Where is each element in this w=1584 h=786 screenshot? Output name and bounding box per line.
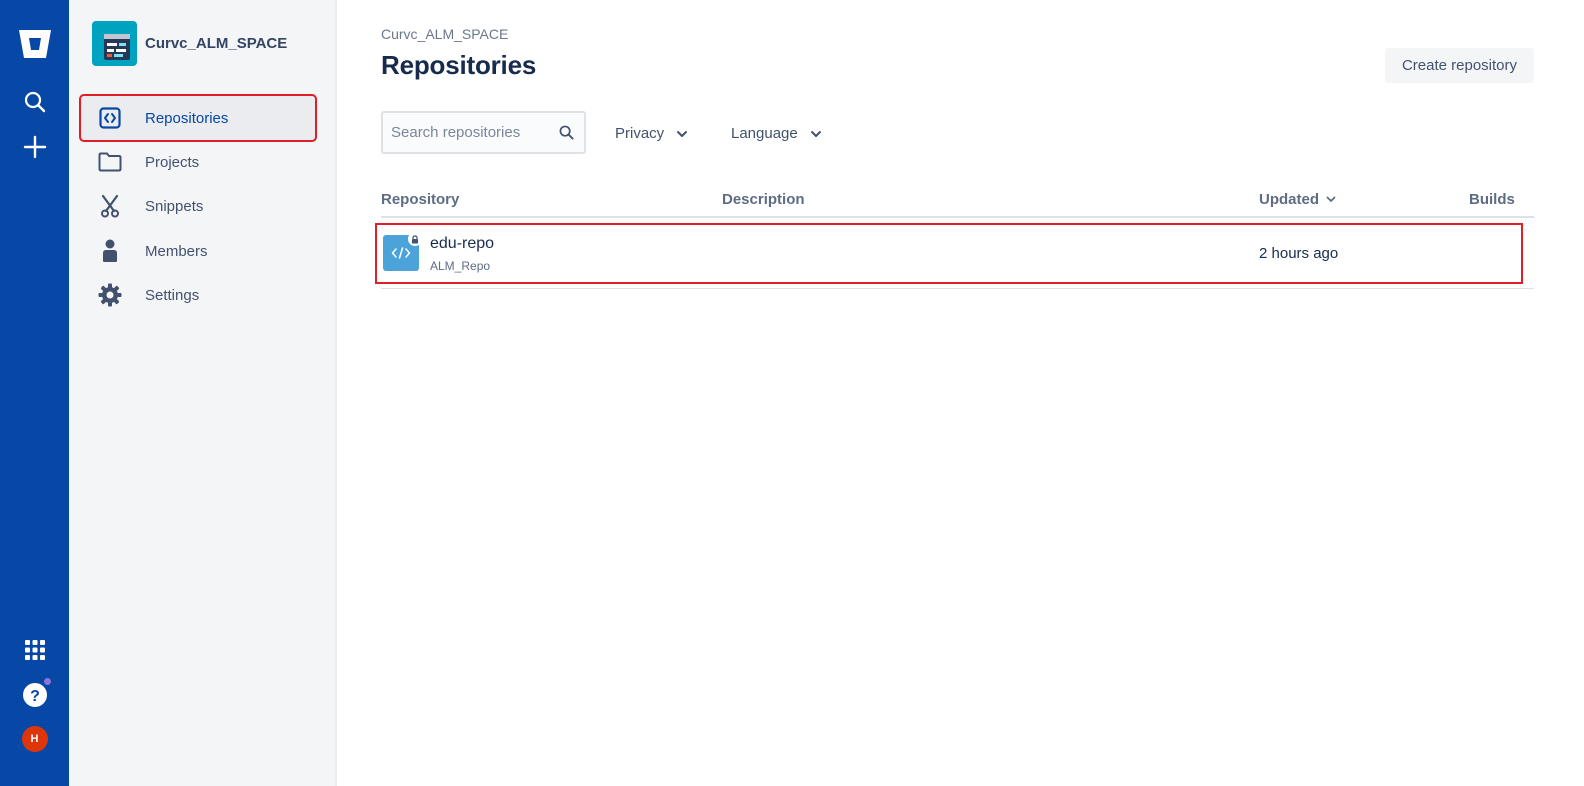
avatar-initial: H [21,726,48,752]
gear-icon [89,283,131,307]
sidebar-item-label: Members [145,242,208,260]
search-icon[interactable] [0,88,69,116]
scissors-icon [89,194,131,218]
code-brackets-icon [89,106,131,130]
search-box [381,111,586,154]
sidebar-item-settings[interactable]: Settings [81,273,315,317]
workspace-header[interactable]: Curvc_ALM_SPACE [92,21,287,66]
repo-project-name[interactable]: ALM_Repo [430,259,490,273]
table-row[interactable]: edu-repo ALM_Repo 2 hours ago [375,223,1523,284]
folder-icon [89,150,131,174]
global-nav: ? H [0,0,69,786]
privacy-filter[interactable]: Privacy [615,120,688,146]
bitbucket-logo-icon[interactable] [0,26,69,62]
workspace-avatar [92,21,137,66]
column-builds: Builds [1469,191,1515,208]
person-icon [89,239,131,263]
apps-grid-icon[interactable] [0,636,69,664]
sidebar-item-label: Repositories [145,109,229,127]
breadcrumb[interactable]: Curvc_ALM_SPACE [381,26,508,42]
lock-icon [408,232,422,246]
svg-text:?: ? [30,688,40,705]
sidebar-item-label: Settings [145,286,200,304]
repositories-table-header: Repository Description Updated Builds [381,188,1534,218]
sidebar-item-label: Projects [145,153,200,171]
sidebar-item-members[interactable]: Members [81,229,315,273]
sidebar-item-label: Snippets [145,197,204,215]
sidebar-item-snippets[interactable]: Snippets [81,184,315,228]
code-icon [391,246,411,260]
repo-updated-time: 2 hours ago [1259,245,1339,262]
search-input[interactable] [391,124,551,141]
create-icon[interactable] [0,132,69,162]
create-repository-button[interactable]: Create repository [1385,48,1534,83]
privacy-filter-label: Privacy [615,124,665,142]
search-icon[interactable] [559,125,574,145]
help-icon[interactable]: ? [0,677,69,710]
page-title: Repositories [381,50,537,80]
language-filter[interactable]: Language [731,120,822,146]
column-description: Description [722,191,805,208]
repo-name-link[interactable]: edu-repo [430,235,494,253]
notification-dot [42,677,52,686]
sort-chevron-down-icon [1326,196,1336,203]
workspace-name: Curvc_ALM_SPACE [145,35,288,52]
workspace-sidebar: Curvc_ALM_SPACE Repositories Projects Sn… [69,0,337,786]
sidebar-item-repositories[interactable]: Repositories [79,94,317,142]
column-updated[interactable]: Updated [1259,191,1336,208]
sidebar-item-projects[interactable]: Projects [81,140,315,184]
column-repository[interactable]: Repository [381,191,459,208]
language-filter-label: Language [731,124,798,142]
repo-avatar[interactable] [383,232,422,271]
row-divider [381,288,1534,289]
chevron-down-icon [676,125,688,142]
column-updated-label: Updated [1259,191,1319,208]
user-avatar[interactable]: H [0,724,69,754]
chevron-down-icon [810,125,822,142]
